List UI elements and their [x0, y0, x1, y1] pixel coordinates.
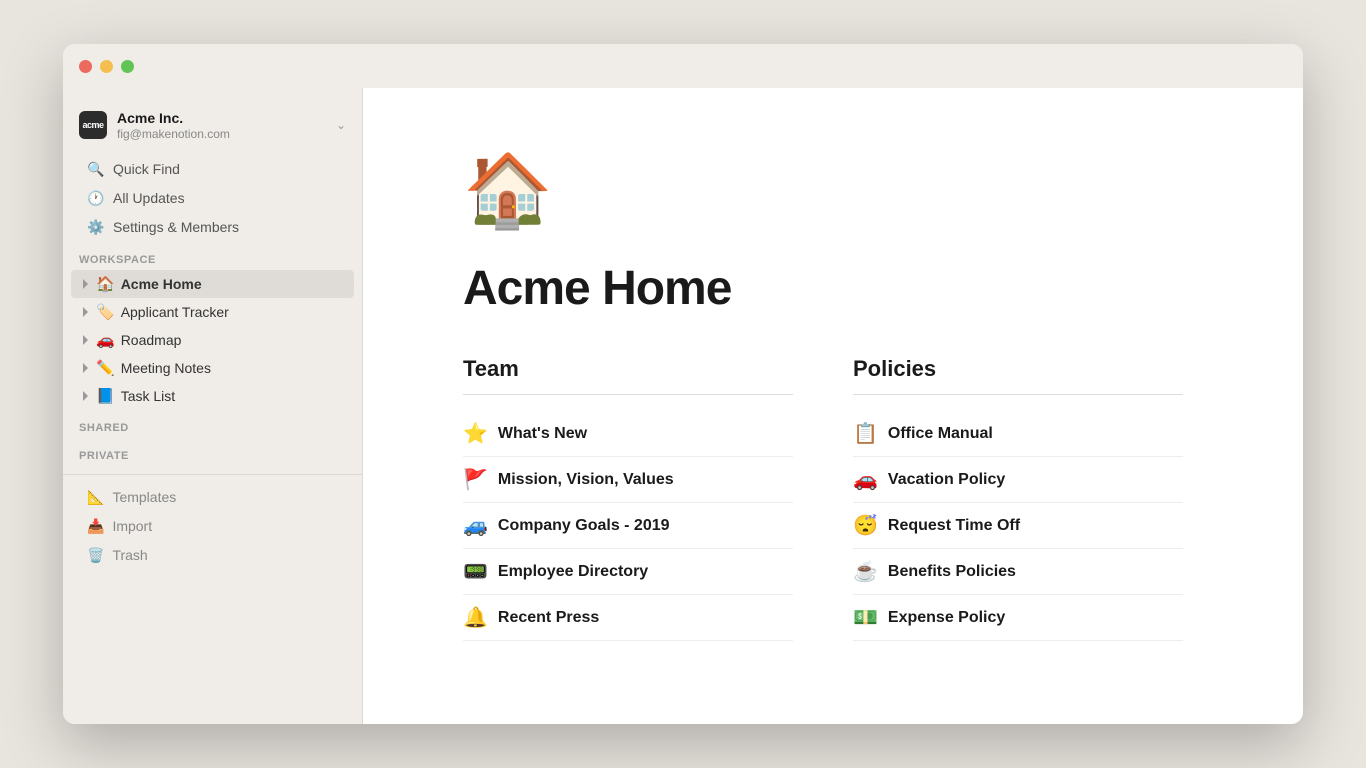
item-label: Vacation Policy — [888, 471, 1005, 489]
page-label-acme-home: Acme Home — [121, 276, 202, 292]
item-label: Benefits Policies — [888, 563, 1016, 581]
item-label: Mission, Vision, Values — [498, 471, 674, 489]
expand-icon — [83, 335, 88, 345]
sidebar-item-meeting-notes[interactable]: ✏️ Meeting Notes — [71, 354, 354, 382]
trash-label: Trash — [112, 547, 147, 563]
team-column-title: Team — [463, 356, 793, 395]
import-icon: 📥 — [87, 518, 104, 535]
sidebar-item-trash[interactable]: 🗑️ Trash — [71, 541, 354, 570]
list-item[interactable]: 🚩 Mission, Vision, Values — [463, 457, 793, 503]
clock-icon: 🕐 — [87, 190, 105, 207]
templates-label: Templates — [112, 489, 176, 505]
expand-icon — [83, 391, 88, 401]
maximize-button[interactable] — [121, 60, 134, 73]
workspace-name: Acme Inc. — [117, 110, 230, 127]
item-emoji: ⭐ — [463, 421, 488, 446]
list-item[interactable]: 📋 Office Manual — [853, 411, 1183, 457]
list-item[interactable]: 🚗 Vacation Policy — [853, 457, 1183, 503]
sidebar-item-acme-home[interactable]: 🏠 Acme Home — [71, 270, 354, 298]
list-item[interactable]: ⭐ What's New — [463, 411, 793, 457]
templates-icon: 📐 — [87, 489, 104, 506]
list-item[interactable]: 🔔 Recent Press — [463, 595, 793, 641]
item-emoji: 💵 — [853, 605, 878, 630]
expand-icon — [83, 279, 88, 289]
item-label: Expense Policy — [888, 609, 1005, 627]
workspace-header[interactable]: acme Acme Inc. fig@makenotion.com ⌄ — [63, 100, 362, 155]
list-item[interactable]: ☕ Benefits Policies — [853, 549, 1183, 595]
page-icon-task-list: 📘 — [96, 387, 115, 405]
item-emoji: 😴 — [853, 513, 878, 538]
item-emoji: 🚩 — [463, 467, 488, 492]
settings-label: Settings & Members — [113, 219, 239, 235]
list-item[interactable]: 💵 Expense Policy — [853, 595, 1183, 641]
sidebar-item-all-updates[interactable]: 🕐 All Updates — [71, 184, 354, 213]
workspace-section-label: WORKSPACE — [63, 242, 362, 270]
page-label-meeting-notes: Meeting Notes — [121, 360, 211, 376]
content-columns: Team ⭐ What's New 🚩 Mission, Vision, Val… — [463, 356, 1183, 641]
item-emoji: 📋 — [853, 421, 878, 446]
item-emoji: 🚗 — [853, 467, 878, 492]
item-emoji: 🔔 — [463, 605, 488, 630]
sidebar-bottom: 📐 Templates 📥 Import 🗑️ Trash — [63, 474, 362, 586]
workspace-logo: acme — [79, 111, 107, 139]
minimize-button[interactable] — [100, 60, 113, 73]
app-window: acme Acme Inc. fig@makenotion.com ⌄ 🔍 Qu… — [63, 44, 1303, 724]
team-column: Team ⭐ What's New 🚩 Mission, Vision, Val… — [463, 356, 793, 641]
expand-icon — [83, 307, 88, 317]
quick-find-label: Quick Find — [113, 161, 180, 177]
titlebar — [63, 44, 1303, 88]
item-emoji: 📟 — [463, 559, 488, 584]
sidebar: acme Acme Inc. fig@makenotion.com ⌄ 🔍 Qu… — [63, 44, 363, 724]
item-label: Office Manual — [888, 425, 993, 443]
shared-section-label: SHARED — [63, 410, 362, 438]
sidebar-item-roadmap[interactable]: 🚗 Roadmap — [71, 326, 354, 354]
sidebar-item-settings[interactable]: ⚙️ Settings & Members — [71, 213, 354, 242]
page-label-task-list: Task List — [121, 388, 175, 404]
page-icon-acme-home: 🏠 — [96, 275, 115, 293]
policies-column: Policies 📋 Office Manual 🚗 Vacation Poli… — [853, 356, 1183, 641]
policies-column-title: Policies — [853, 356, 1183, 395]
trash-icon: 🗑️ — [87, 547, 104, 564]
sidebar-item-import[interactable]: 📥 Import — [71, 512, 354, 541]
item-label: Recent Press — [498, 609, 599, 627]
workspace-info: acme Acme Inc. fig@makenotion.com — [79, 110, 230, 141]
list-item[interactable]: 🚙 Company Goals - 2019 — [463, 503, 793, 549]
import-label: Import — [112, 518, 152, 534]
page-header-icon: 🏠 — [463, 148, 1183, 233]
private-section-label: PRIVATE — [63, 438, 362, 466]
list-item[interactable]: 😴 Request Time Off — [853, 503, 1183, 549]
all-updates-label: All Updates — [113, 190, 185, 206]
search-icon: 🔍 — [87, 161, 105, 178]
item-emoji: ☕ — [853, 559, 878, 584]
list-item[interactable]: 📟 Employee Directory — [463, 549, 793, 595]
main-content: 🏠 Acme Home Team ⭐ What's New 🚩 Mission,… — [363, 44, 1303, 724]
gear-icon: ⚙️ — [87, 219, 105, 236]
item-label: Company Goals - 2019 — [498, 517, 670, 535]
page-title: Acme Home — [463, 261, 1183, 316]
page-icon-roadmap: 🚗 — [96, 331, 115, 349]
sidebar-item-task-list[interactable]: 📘 Task List — [71, 382, 354, 410]
workspace-text: Acme Inc. fig@makenotion.com — [117, 110, 230, 141]
item-label: Request Time Off — [888, 517, 1020, 535]
item-label: What's New — [498, 425, 587, 443]
item-label: Employee Directory — [498, 563, 648, 581]
workspace-email: fig@makenotion.com — [117, 127, 230, 141]
item-emoji: 🚙 — [463, 513, 488, 538]
page-icon-applicant-tracker: 🏷️ — [96, 303, 115, 321]
team-list: ⭐ What's New 🚩 Mission, Vision, Values 🚙… — [463, 411, 793, 641]
sidebar-item-quick-find[interactable]: 🔍 Quick Find — [71, 155, 354, 184]
page-label-roadmap: Roadmap — [121, 332, 182, 348]
expand-icon — [83, 363, 88, 373]
page-label-applicant-tracker: Applicant Tracker — [121, 304, 229, 320]
policies-list: 📋 Office Manual 🚗 Vacation Policy 😴 Requ… — [853, 411, 1183, 641]
sidebar-item-applicant-tracker[interactable]: 🏷️ Applicant Tracker — [71, 298, 354, 326]
page-icon-meeting-notes: ✏️ — [96, 359, 115, 377]
sidebar-item-templates[interactable]: 📐 Templates — [71, 483, 354, 512]
close-button[interactable] — [79, 60, 92, 73]
chevron-icon: ⌄ — [336, 118, 346, 132]
